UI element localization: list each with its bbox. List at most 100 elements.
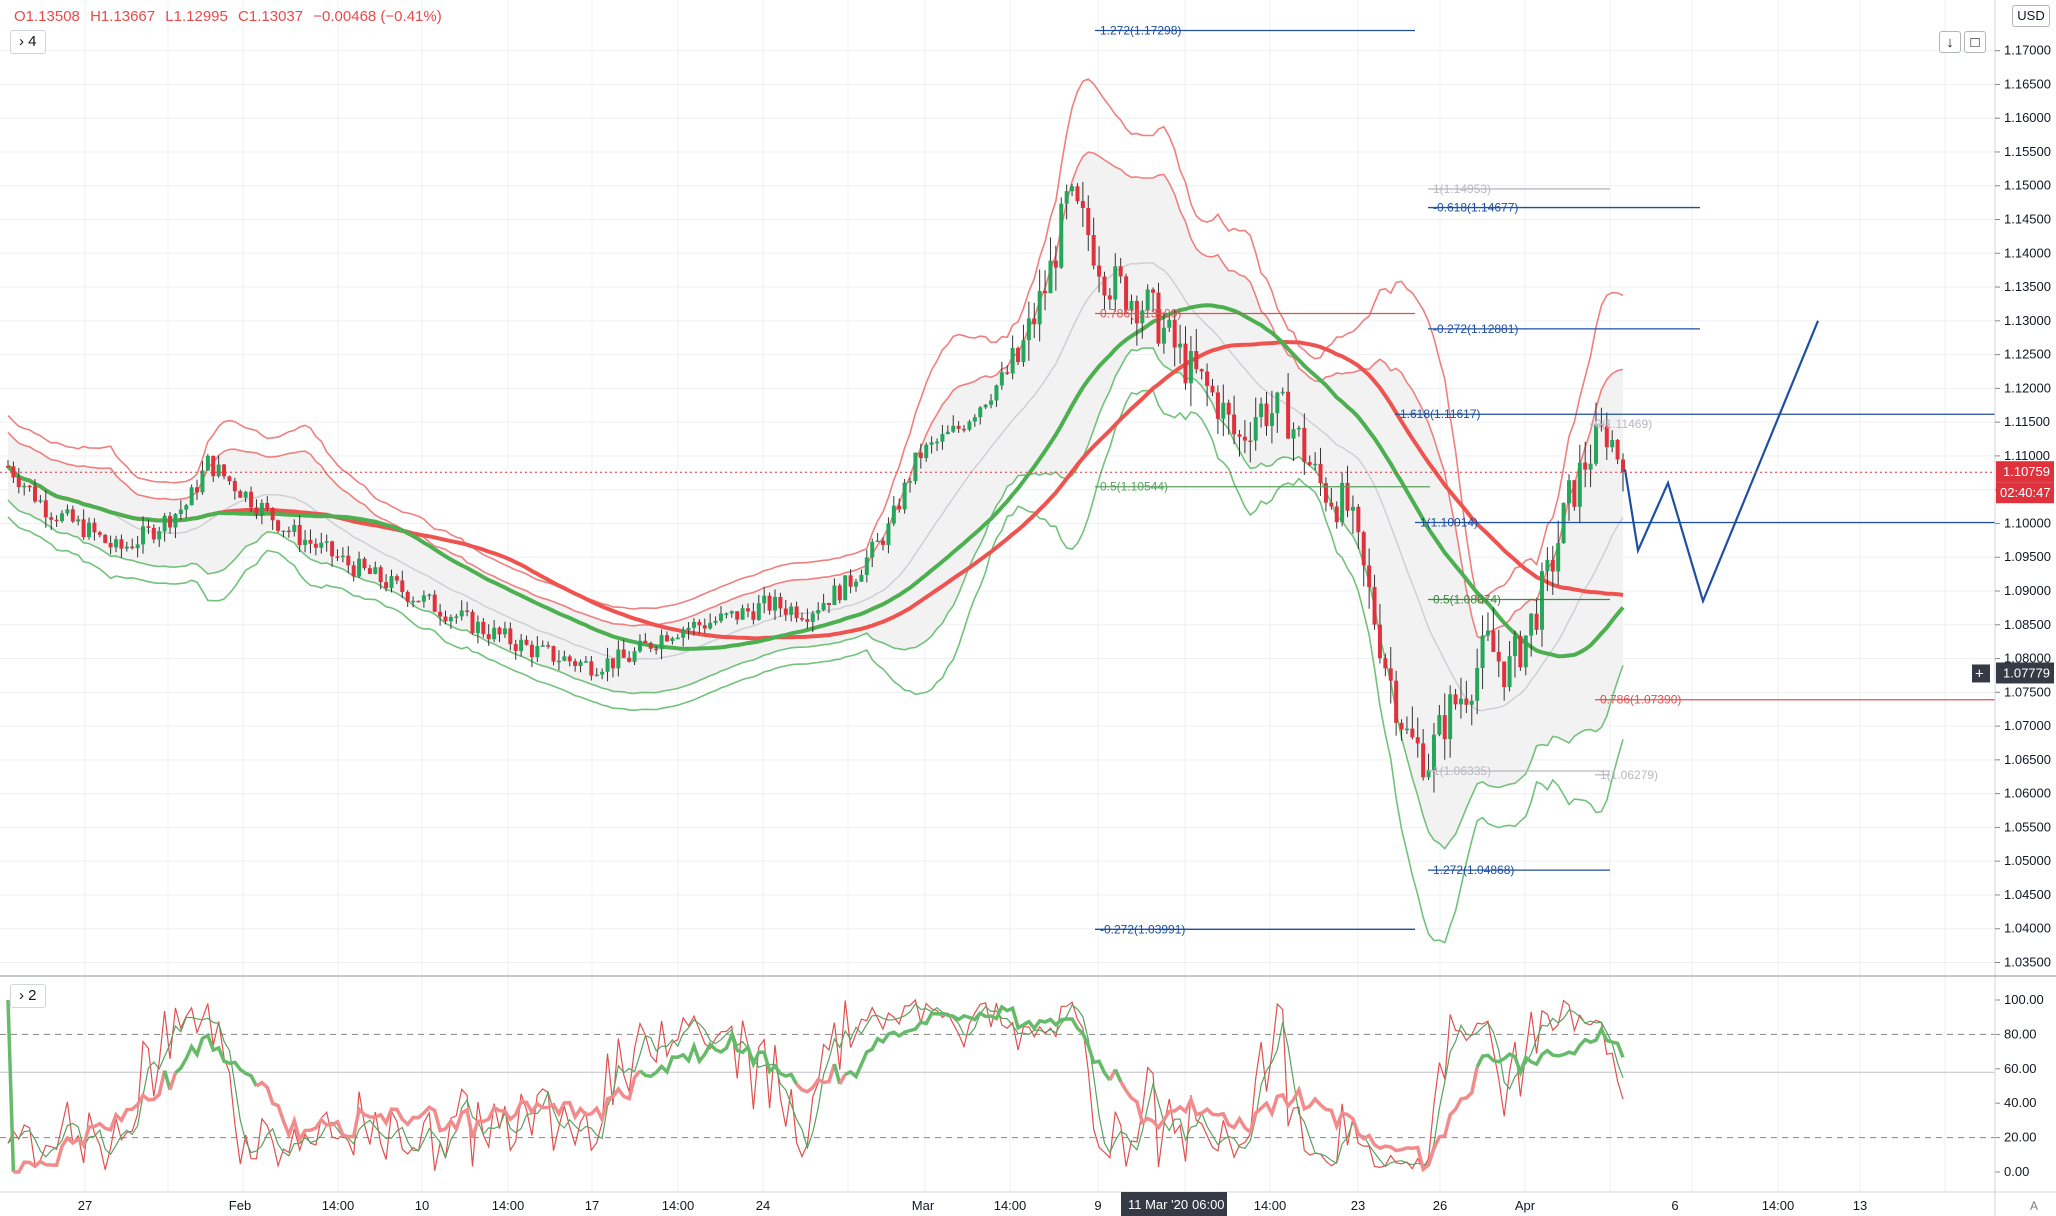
candle-body xyxy=(1361,532,1366,566)
candle-body xyxy=(1421,743,1426,778)
candle-body xyxy=(913,452,918,482)
candle-body xyxy=(1550,559,1555,572)
candle-body xyxy=(767,595,772,611)
candle-body xyxy=(864,557,869,575)
fib-grey-label: 1(1.06335) xyxy=(1433,764,1491,778)
candle-body xyxy=(1383,658,1388,669)
fib-blue-label: -0.618(1.14677) xyxy=(1433,201,1518,215)
fib-blue-label: 1.272(1.04868) xyxy=(1433,863,1514,877)
candle-body xyxy=(978,407,983,418)
fib-grey-label: 1(1.06279) xyxy=(1600,768,1658,782)
current-price-label: 1.10759 xyxy=(2003,464,2050,479)
candle-body xyxy=(205,455,210,471)
candle-body xyxy=(1588,463,1593,470)
candle-body xyxy=(627,657,632,662)
candle-body xyxy=(643,640,648,643)
candle-body xyxy=(713,620,718,623)
candle-body xyxy=(1205,371,1210,386)
price-tick-label: 1.11500 xyxy=(2004,414,2050,429)
candle-body xyxy=(935,441,940,444)
candle-body xyxy=(745,608,750,612)
candle-body xyxy=(6,466,10,468)
candle-body xyxy=(967,421,972,430)
candle-body xyxy=(962,428,967,431)
candle-body xyxy=(378,567,383,583)
candle-body xyxy=(11,466,16,478)
price-tick-label: 1.14500 xyxy=(2004,212,2051,227)
candle-body xyxy=(1458,698,1463,705)
candle-body xyxy=(648,642,653,649)
candle-body xyxy=(583,661,588,663)
time-tick-label: Apr xyxy=(1515,1198,1536,1213)
candle-body xyxy=(124,546,129,549)
candle-body xyxy=(1188,351,1193,384)
countdown-label: 02:40:47 xyxy=(2000,485,2051,500)
candle-body xyxy=(416,600,421,603)
candle-body xyxy=(762,595,767,604)
candle-body xyxy=(1005,372,1010,374)
candle-body xyxy=(1026,318,1031,341)
indicators-toggle[interactable]: › 4 xyxy=(10,30,46,54)
candle-body xyxy=(724,613,729,615)
candle-body xyxy=(697,621,702,626)
maximize-button[interactable]: □ xyxy=(1964,31,1986,53)
candle-body xyxy=(103,534,108,543)
candle-body xyxy=(1356,506,1361,533)
price-tick-label: 1.08500 xyxy=(2004,617,2051,632)
candle-body xyxy=(1070,186,1075,192)
candle-body xyxy=(87,522,92,538)
trading-chart[interactable]: 1.272(1.17298) -0.618(1.14677) -0.272(1.12… xyxy=(0,0,2056,1216)
candle-body xyxy=(454,616,459,618)
fib-blue-label: -0.272(1.03991) xyxy=(1100,922,1185,936)
candle-body xyxy=(1232,414,1237,435)
osc-rsi-line xyxy=(13,1070,167,1174)
candle-body xyxy=(222,464,227,477)
candle-body xyxy=(821,602,826,610)
time-tick-label: 14:00 xyxy=(662,1198,695,1213)
candle-body xyxy=(470,611,475,634)
fib-blue-label: 1(1.10014) xyxy=(1420,516,1478,530)
candle-body xyxy=(497,627,502,635)
candle-body xyxy=(1183,343,1188,384)
candle-body xyxy=(232,481,237,492)
candle-body xyxy=(1318,463,1323,484)
candle-body xyxy=(195,487,200,493)
candle-body xyxy=(405,591,410,602)
candle-body xyxy=(259,502,264,515)
candle-body xyxy=(1502,661,1507,688)
price-tick-label: 1.15000 xyxy=(2004,178,2051,193)
candle-body xyxy=(1307,462,1312,465)
currency-button[interactable]: USD xyxy=(2012,5,2050,27)
candle-body xyxy=(346,555,351,566)
candle-body xyxy=(33,486,38,502)
candle-body xyxy=(22,485,27,488)
candle-body xyxy=(740,608,745,620)
candle-body xyxy=(1016,347,1021,363)
scroll-down-button[interactable]: ↓ xyxy=(1939,31,1961,53)
candle-body xyxy=(1118,266,1123,277)
candle-body xyxy=(637,640,642,652)
candle-body xyxy=(1545,559,1550,572)
candle-body xyxy=(38,500,43,502)
candle-body xyxy=(1210,385,1215,393)
candle-body xyxy=(1048,260,1053,294)
candle-body xyxy=(76,519,81,522)
candle-body xyxy=(621,649,626,658)
time-tick-label: Mar xyxy=(912,1198,935,1213)
time-tick-label: 9 xyxy=(1094,1198,1101,1213)
candle-body xyxy=(1394,680,1399,723)
candle-body xyxy=(832,585,837,605)
oscillator-toggle[interactable]: › 2 xyxy=(10,984,46,1008)
candle-body xyxy=(600,671,605,675)
fib-grey-label: 0.5(1.10544) xyxy=(1100,480,1168,494)
candle-body xyxy=(1334,506,1339,523)
candle-body xyxy=(1237,434,1242,437)
candle-body xyxy=(324,541,329,543)
candle-body xyxy=(1556,543,1561,572)
candle-body xyxy=(238,491,243,498)
candle-body xyxy=(843,575,848,601)
candle-body xyxy=(756,603,761,620)
candle-body xyxy=(178,509,183,515)
osc-rsi-line xyxy=(1119,1066,1479,1173)
fib-green-label: 0.5(1.08874) xyxy=(1433,593,1501,607)
